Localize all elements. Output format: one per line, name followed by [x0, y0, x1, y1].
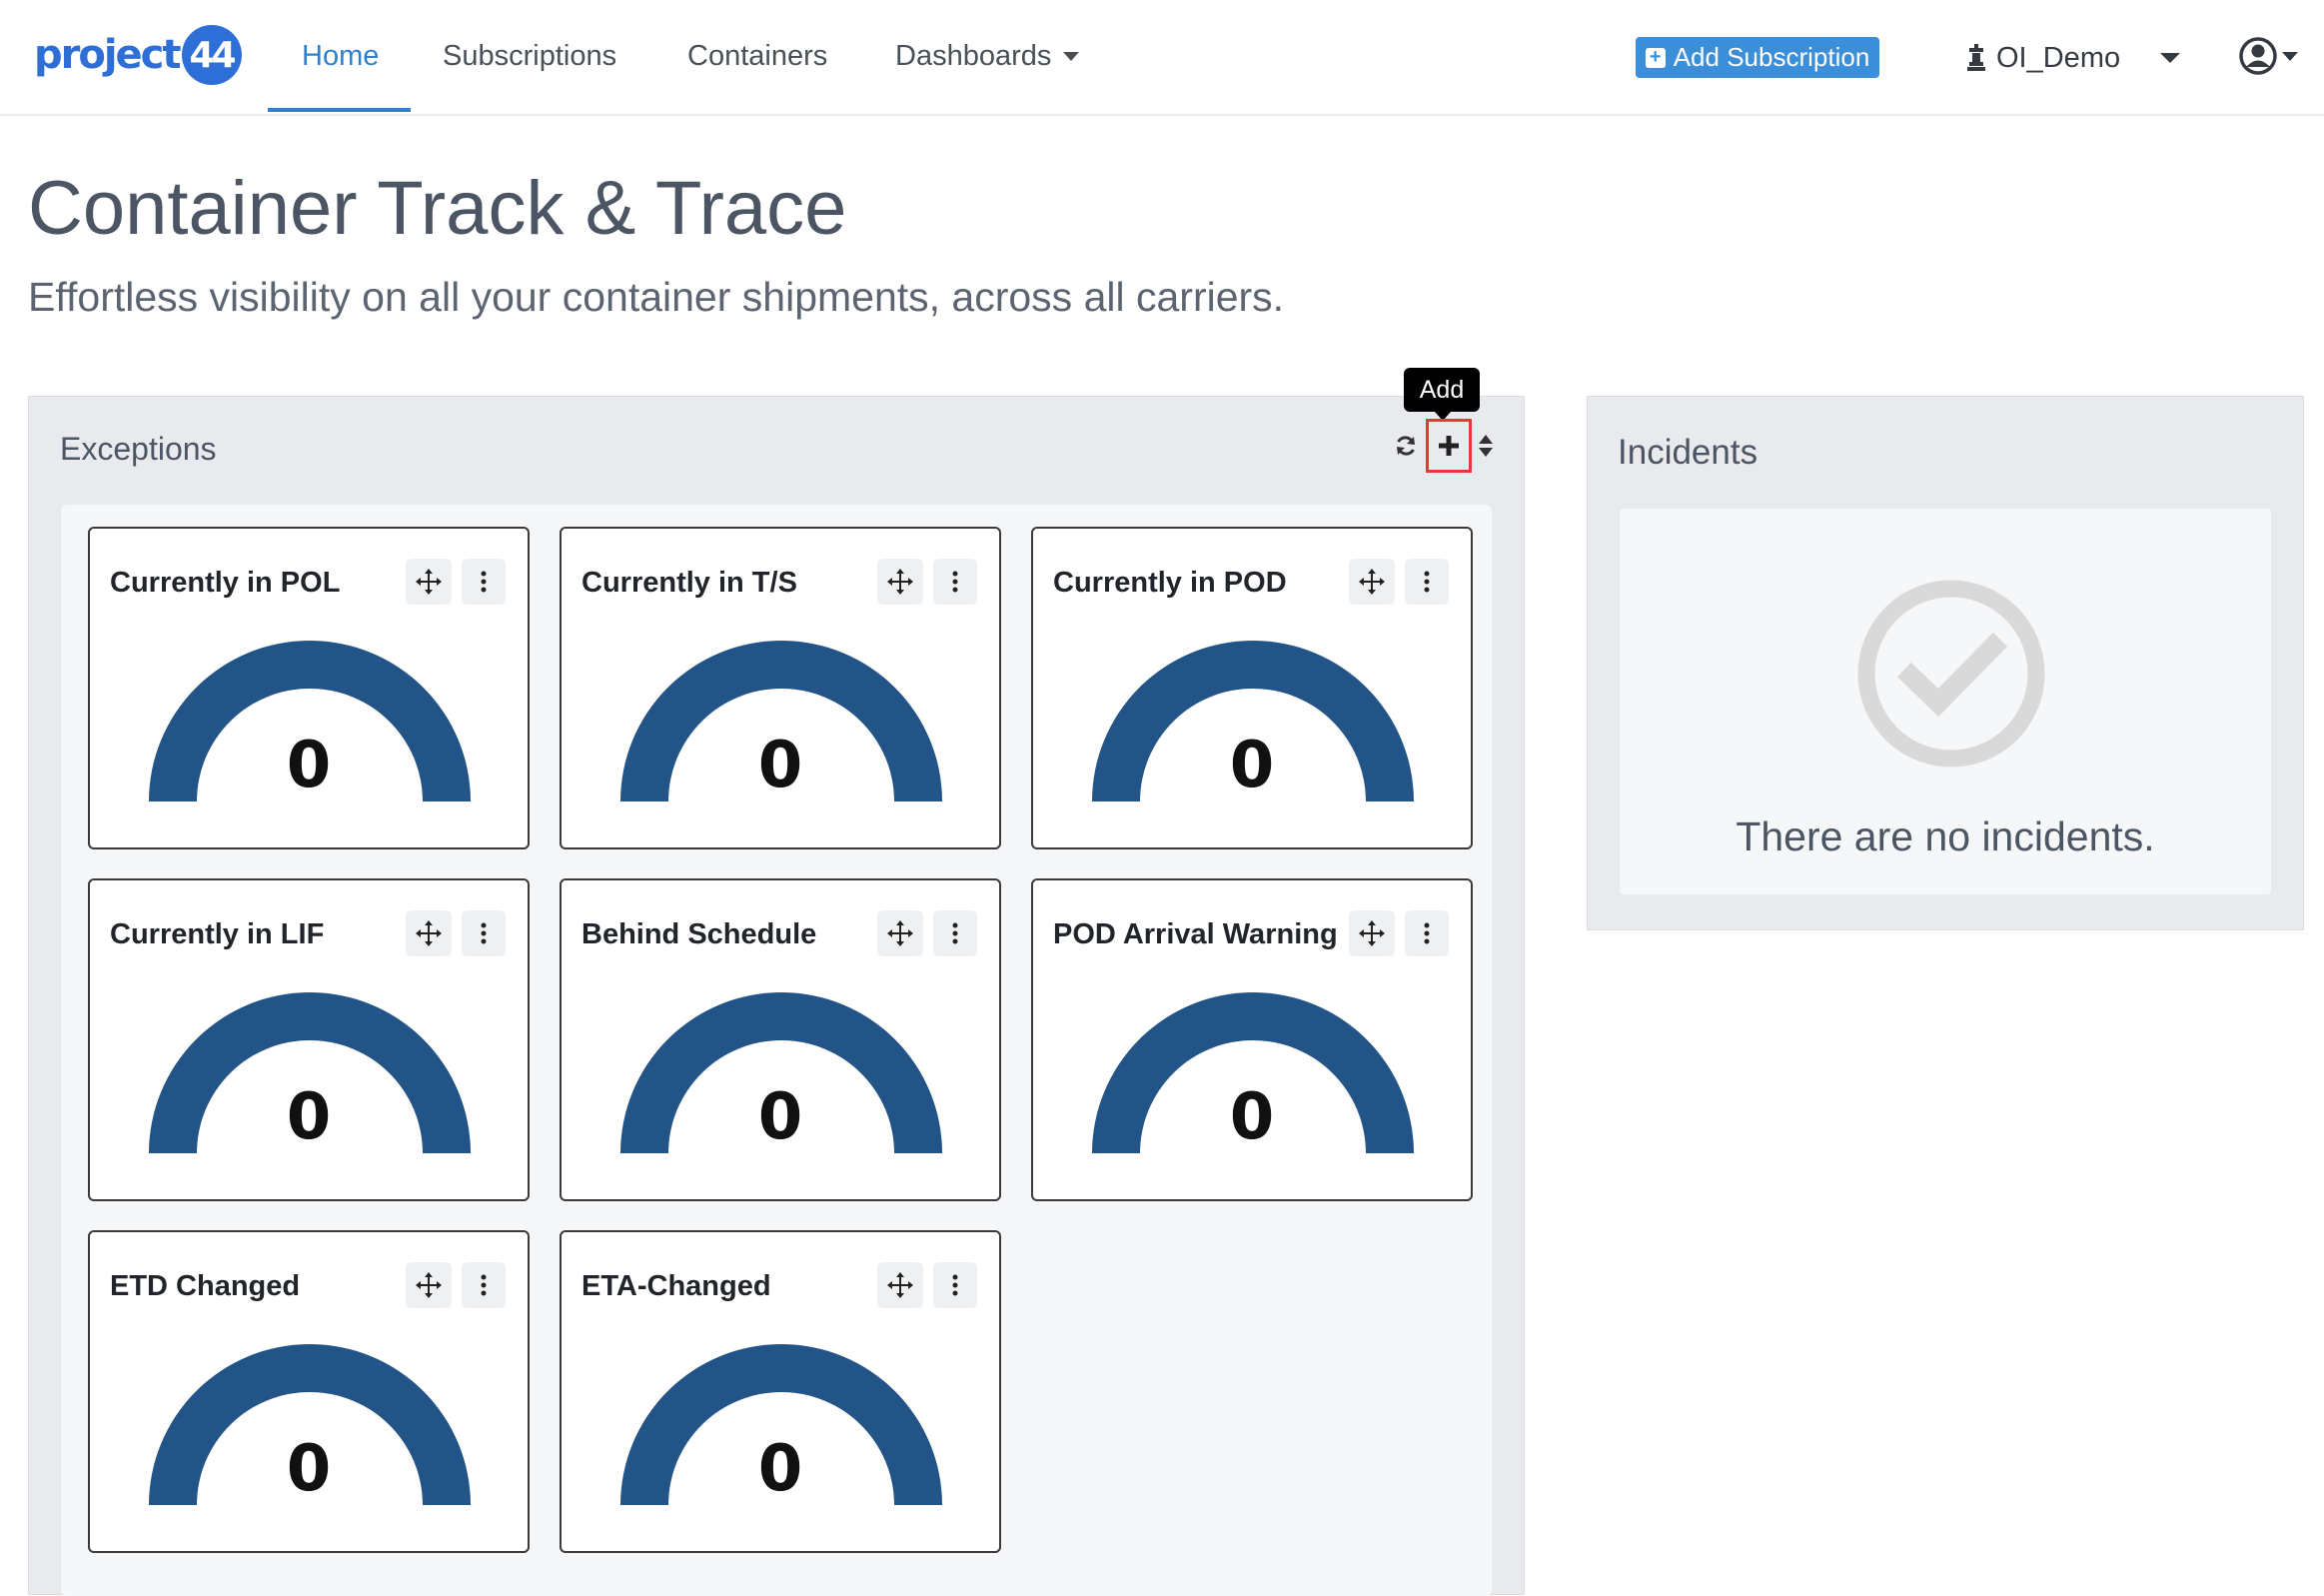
chevron-down-icon — [2282, 51, 2298, 61]
exceptions-cards-area: Currently in POL 0 Currently in T/S 0 Cu… — [61, 505, 1492, 1596]
more-vertical-icon — [481, 571, 487, 593]
card-more-button[interactable] — [933, 910, 977, 956]
card-move-button[interactable] — [1349, 910, 1395, 956]
nav-dashboards-label: Dashboards — [895, 39, 1052, 72]
move-icon — [887, 920, 913, 946]
card-more-button[interactable] — [933, 1262, 977, 1308]
page-subtitle: Effortless visibility on all your contai… — [28, 274, 1285, 320]
exception-card[interactable]: Behind Schedule 0 — [560, 878, 1001, 1201]
project44-logo[interactable]: project 44 — [34, 24, 242, 86]
gauge-value: 0 — [757, 1080, 803, 1154]
exception-card[interactable]: ETD Changed 0 — [88, 1230, 530, 1553]
move-icon — [887, 1272, 913, 1298]
more-vertical-icon — [1424, 922, 1430, 944]
card-more-button[interactable] — [462, 559, 506, 605]
add-widget-button[interactable] — [1426, 419, 1472, 473]
nav-dashboards[interactable]: Dashboards — [895, 0, 1080, 112]
user-icon — [2239, 37, 2277, 75]
chevron-down-icon — [1063, 51, 1080, 61]
gauge-value: 0 — [286, 729, 332, 802]
card-title: POD Arrival Warning — [1053, 918, 1338, 950]
more-vertical-icon — [952, 571, 958, 593]
plus-icon — [1439, 436, 1459, 456]
nav-subscriptions[interactable]: Subscriptions — [443, 0, 616, 112]
gauge-value: 0 — [286, 1080, 332, 1154]
card-title: ETD Changed — [110, 1270, 301, 1302]
exception-card[interactable]: Currently in POD 0 — [1031, 527, 1473, 849]
page-title: Container Track & Trace — [28, 166, 847, 251]
more-vertical-icon — [952, 1274, 958, 1296]
sort-button[interactable] — [1474, 427, 1498, 465]
card-title: Behind Schedule — [581, 918, 817, 950]
nav-containers[interactable]: Containers — [687, 0, 827, 112]
exceptions-toolbar — [1388, 419, 1498, 473]
no-incidents-message: There are no incidents. — [1736, 813, 2155, 859]
more-vertical-icon — [952, 922, 958, 944]
gauge-value: 0 — [757, 1432, 803, 1506]
card-move-button[interactable] — [1349, 559, 1395, 605]
card-more-button[interactable] — [933, 559, 977, 605]
account-dropdown[interactable]: OI_Demo — [1964, 30, 2181, 86]
move-icon — [887, 569, 913, 595]
card-title: Currently in POL — [110, 567, 341, 599]
move-icon — [1359, 569, 1385, 595]
gauge-value: 0 — [1229, 729, 1275, 802]
account-name: OI_Demo — [1996, 41, 2121, 74]
exceptions-title: Exceptions — [60, 431, 217, 467]
more-vertical-icon — [481, 1274, 487, 1296]
incidents-panel: Incidents There are no incidents. — [1587, 396, 2304, 930]
card-more-button[interactable] — [1405, 559, 1449, 605]
refresh-button[interactable] — [1388, 427, 1424, 465]
check-circle-icon — [1857, 580, 2045, 768]
gauge-value: 0 — [757, 729, 803, 802]
card-move-button[interactable] — [406, 1262, 452, 1308]
exception-card[interactable]: Currently in T/S 0 — [560, 527, 1001, 849]
plus-square-icon: + — [1645, 47, 1666, 68]
logo-text: project — [34, 32, 182, 78]
refresh-icon — [1397, 436, 1415, 456]
more-vertical-icon — [481, 922, 487, 944]
move-icon — [1359, 920, 1385, 946]
chess-piece-icon — [1967, 44, 1985, 71]
card-move-button[interactable] — [877, 1262, 923, 1308]
profile-menu[interactable] — [2238, 34, 2298, 78]
add-subscription-button[interactable]: + Add Subscription — [1636, 37, 1879, 78]
chevron-down-icon — [2160, 53, 2181, 63]
move-icon — [416, 920, 442, 946]
move-icon — [416, 1272, 442, 1298]
exception-card[interactable]: ETA-Changed 0 — [560, 1230, 1001, 1553]
card-move-button[interactable] — [406, 559, 452, 605]
move-icon — [416, 569, 442, 595]
exception-card[interactable]: Currently in LIF 0 — [88, 878, 530, 1201]
sort-icon — [1479, 435, 1493, 457]
gauge-value: 0 — [1229, 1080, 1275, 1154]
exceptions-panel: Exceptions Add Currently in POL 0 Curren… — [28, 368, 1525, 1596]
exception-card[interactable]: Currently in POL 0 — [88, 527, 530, 849]
gauge-value: 0 — [286, 1432, 332, 1506]
card-title: Currently in LIF — [110, 918, 325, 950]
exception-card[interactable]: POD Arrival Warning 0 — [1031, 878, 1473, 1201]
card-more-button[interactable] — [462, 1262, 506, 1308]
more-vertical-icon — [1424, 571, 1430, 593]
add-tooltip: Add — [1404, 368, 1480, 421]
card-move-button[interactable] — [406, 910, 452, 956]
top-navbar: project 44 Home Subscriptions Containers… — [0, 0, 2324, 116]
nav-active-indicator — [268, 108, 411, 112]
card-more-button[interactable] — [1405, 910, 1449, 956]
card-move-button[interactable] — [877, 559, 923, 605]
card-more-button[interactable] — [462, 910, 506, 956]
add-subscription-label: Add Subscription — [1673, 42, 1870, 72]
logo-badge: 44 — [181, 25, 242, 85]
nav-home[interactable]: Home — [302, 0, 379, 112]
incidents-title: Incidents — [1618, 433, 1758, 472]
card-title: ETA-Changed — [581, 1270, 771, 1302]
card-title: Currently in POD — [1053, 567, 1287, 599]
incidents-empty-state: There are no incidents. — [1620, 509, 2271, 894]
card-title: Currently in T/S — [581, 567, 797, 599]
card-move-button[interactable] — [877, 910, 923, 956]
